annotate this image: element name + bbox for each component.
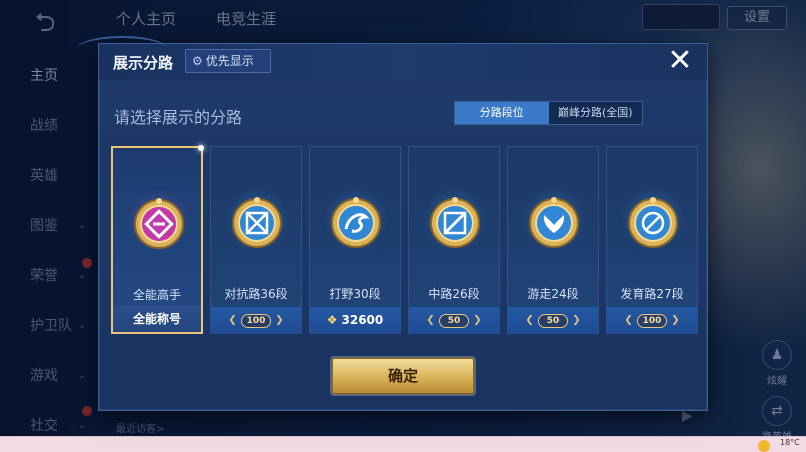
- segment-peak-lane[interactable]: 巅峰分路(全国): [549, 102, 643, 124]
- farm-lane-badge-icon: [628, 197, 678, 248]
- confirm-button[interactable]: 确定: [332, 358, 474, 394]
- priority-display-button[interactable]: ⚙ 优先显示: [185, 49, 271, 73]
- lane-card-clash[interactable]: 对抗路36段 ❮ 100 ❯: [210, 146, 302, 334]
- lane-card-roam[interactable]: 游走24段 ❮ 50 ❯: [507, 146, 599, 334]
- lane-card-label: 游走24段: [527, 287, 579, 301]
- jungle-dragon-badge-icon: [331, 197, 381, 248]
- lane-card-farm[interactable]: 发育路27段 ❮ 100 ❯: [606, 146, 698, 334]
- lane-card-label: 对抗路36段: [224, 287, 288, 301]
- close-icon[interactable]: ✕: [663, 46, 697, 78]
- rank-plate: 100: [637, 313, 667, 328]
- lane-card-label: 全能高手: [132, 288, 181, 302]
- wing-right-icon: ❯: [671, 314, 680, 326]
- lane-display-dialog: 展示分路 ⚙ 优先显示 ✕ 请选择展示的分路 分路段位 巅峰分路(全国) 全能高手…: [77, 36, 708, 411]
- clash-lane-badge-icon: [232, 197, 282, 248]
- roam-wings-badge-icon: [529, 197, 579, 248]
- lane-card-jungle[interactable]: 打野30段 ❖ 32600: [309, 146, 401, 334]
- lane-card-footer: ❮ 50 ❯: [508, 307, 598, 333]
- segment-lane-rank[interactable]: 分路段位: [455, 102, 549, 124]
- lane-card-footer: ❮ 50 ❯: [409, 307, 499, 333]
- wing-left-icon: ❮: [426, 314, 435, 326]
- dialog-title: 展示分路: [113, 54, 174, 72]
- lane-card-footer: 全能称号: [113, 306, 201, 332]
- segment-toggle: 分路段位 巅峰分路(全国): [454, 101, 643, 125]
- mid-lane-badge-icon: [430, 197, 480, 248]
- system-taskbar: 18°C: [0, 436, 806, 452]
- omni-badge-icon: [134, 198, 184, 249]
- power-value: 32600: [341, 313, 384, 327]
- selection-sparkle: [198, 145, 204, 151]
- lane-card-footer: ❖ 32600: [310, 307, 400, 333]
- lane-card-all-round[interactable]: 全能高手 全能称号: [111, 145, 204, 334]
- power-icon: ❖: [326, 313, 338, 327]
- dialog-header: 展示分路 ⚙ 优先显示 ✕: [77, 36, 707, 80]
- temperature-readout: 18°C: [780, 438, 800, 447]
- lane-card-footer: ❮ 100 ❯: [211, 307, 301, 333]
- lane-card-label: 中路26段: [428, 287, 480, 301]
- rank-plate: 100: [241, 313, 271, 328]
- lane-cards: 全能高手 全能称号 对抗路36段 ❮ 100 ❯ 打野30段 ❖ 32600 中…: [111, 145, 699, 334]
- gear-icon: ⚙: [192, 54, 203, 68]
- rank-plate: 50: [439, 313, 469, 328]
- lane-card-mid[interactable]: 中路26段 ❮ 50 ❯: [408, 146, 500, 334]
- wing-left-icon: ❮: [624, 314, 633, 326]
- dialog-subtitle: 请选择展示的分路: [114, 108, 243, 127]
- weather-sun-icon: [758, 440, 770, 452]
- wing-right-icon: ❯: [473, 314, 482, 326]
- rank-plate: 50: [538, 313, 568, 328]
- wing-right-icon: ❯: [275, 314, 284, 326]
- lane-card-label: 发育路27段: [620, 287, 684, 301]
- wing-left-icon: ❮: [525, 314, 534, 326]
- wing-right-icon: ❯: [572, 314, 581, 326]
- wing-left-icon: ❮: [228, 314, 237, 326]
- lane-card-label: 打野30段: [329, 287, 381, 301]
- lane-card-footer: ❮ 100 ❯: [607, 307, 697, 333]
